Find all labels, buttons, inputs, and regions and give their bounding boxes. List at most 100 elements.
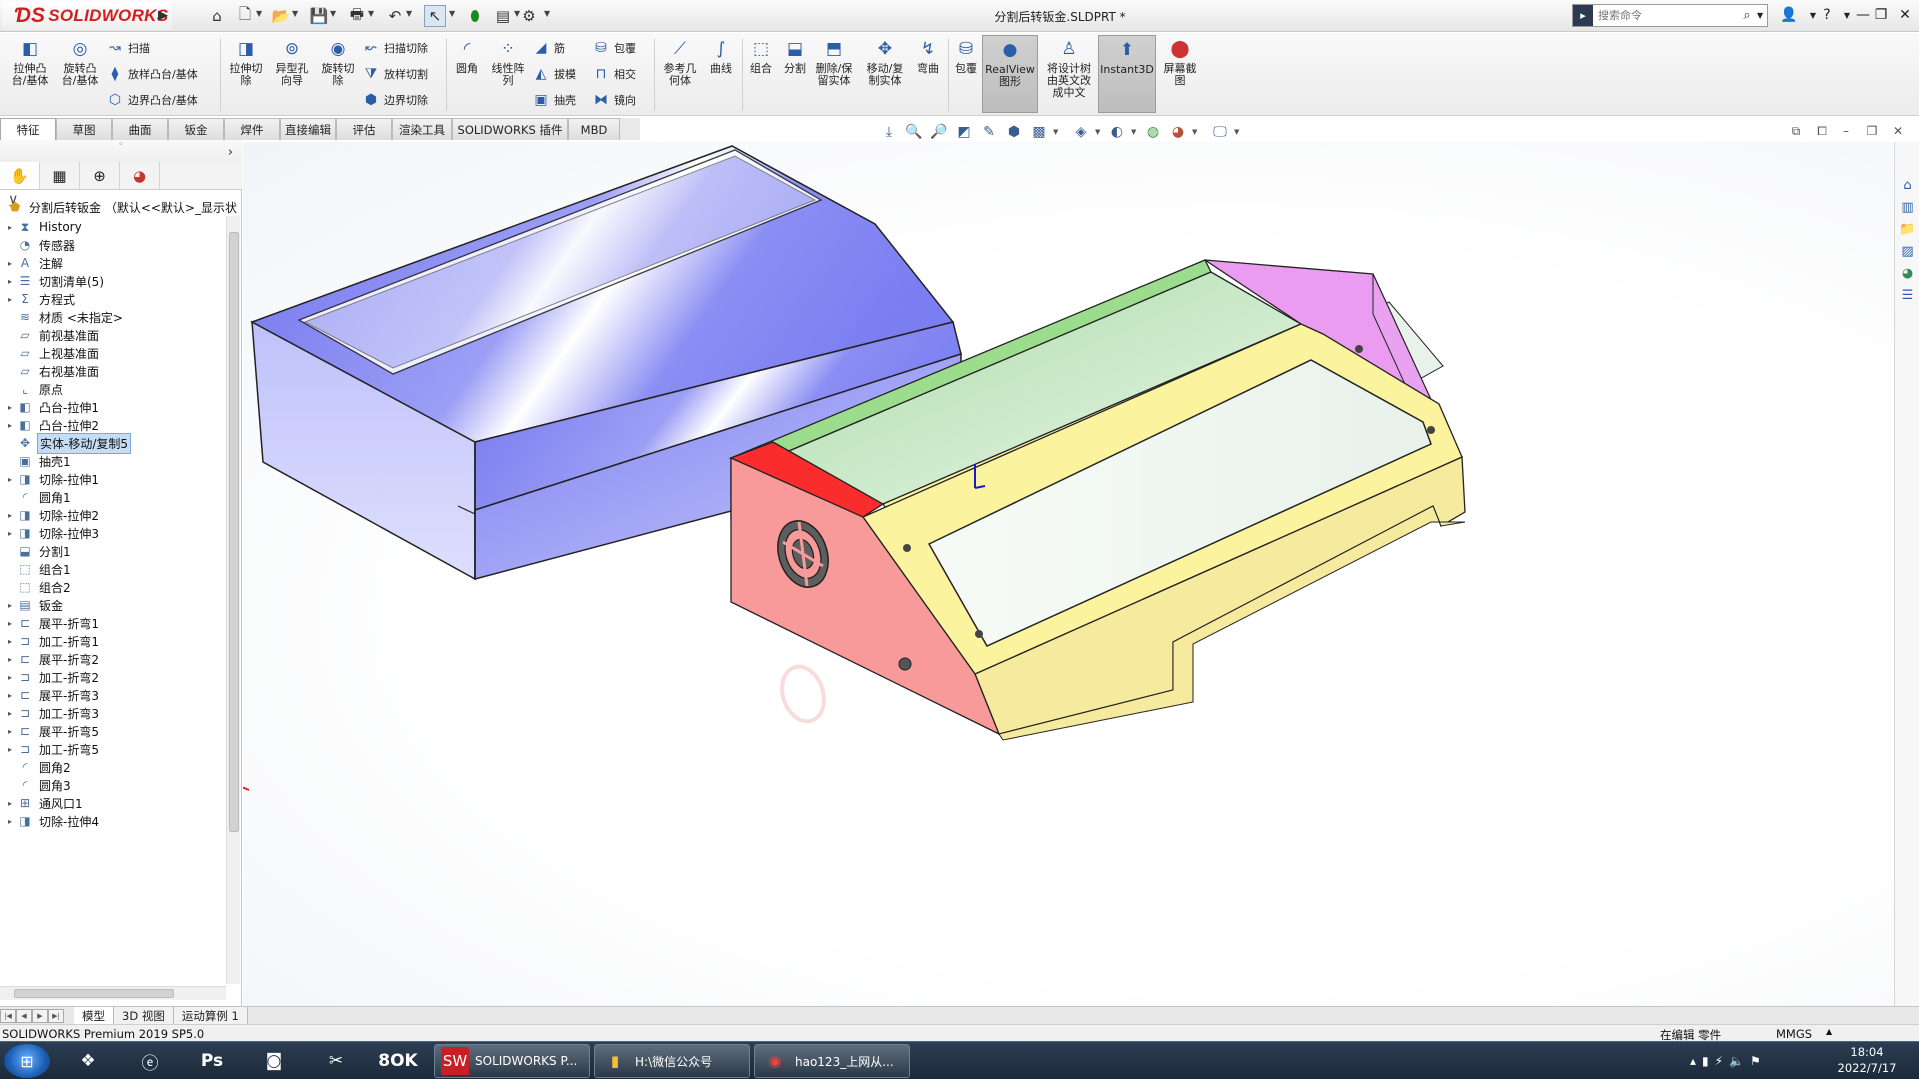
extrude-boss-button[interactable]: ◧ 拉伸凸 台/基体 [8,37,52,87]
expand-icon[interactable]: ▸ [4,673,16,682]
zoom-to-fit-icon[interactable]: ⤓ [878,122,900,142]
monitor-dropdown-icon[interactable]: ▼ [1234,128,1242,136]
options-icon[interactable]: ⚙ [518,5,540,27]
save-dropdown-icon[interactable]: ▼ [330,9,336,18]
expand-icon[interactable]: ▸ [4,601,16,610]
tab-model[interactable]: 模型 [74,1007,114,1024]
hide-show-items-icon[interactable]: ◈ [1070,122,1092,142]
loft-button[interactable]: ⧫ 放样凸台/基体 [106,65,198,83]
search-input[interactable] [1593,6,1737,25]
edit-appearance-icon[interactable]: ◐ [1106,122,1128,142]
print-dropdown-icon[interactable]: ▼ [368,9,374,18]
taskbar-window-folder[interactable]: ▮ H:\微信公众号 [594,1044,750,1078]
hide-show-dropdown-icon[interactable]: ▼ [1095,128,1103,136]
search-icon[interactable]: ⌕ [1737,8,1757,23]
revolve-boss-button[interactable]: ◎ 旋转凸 台/基体 [58,37,102,87]
file-explorer-icon[interactable]: 📁 [1898,220,1917,239]
tab-sketch[interactable]: 草图 [56,118,112,140]
expand-icon[interactable]: ▸ [4,709,16,718]
view-settings-dropdown-icon[interactable]: ▼ [1192,128,1200,136]
file-props-icon[interactable]: ▤ [492,5,514,27]
restore-icon[interactable]: ❐ [1868,4,1894,26]
display-style-dropdown-icon[interactable]: ▼ [1053,128,1061,136]
rebuild-icon[interactable]: ⬮ [464,5,486,27]
tab-motion-study[interactable]: 运动算例 1 [173,1007,248,1024]
expand-icon[interactable]: ▸ [4,619,16,628]
photoshop-icon[interactable]: Ps [186,1044,238,1078]
panel-more-icon[interactable]: › [228,145,233,160]
instant3d-button[interactable]: ⬆ Instant3D [1098,35,1156,113]
tab-3d-views[interactable]: 3D 视图 [114,1007,174,1024]
fillet-button[interactable]: ◜ 圆角 [450,37,484,75]
tray-expand-icon[interactable]: ▴ [1690,1054,1696,1068]
tab-direct-editing[interactable]: 直接编辑 [280,118,336,140]
view-orientation-icon[interactable]: ⬢ [1003,122,1025,142]
expand-icon[interactable]: ▸ [4,799,16,808]
save-icon[interactable]: 💾 [308,5,330,27]
tab-render-tools[interactable]: 渲染工具 [392,118,452,140]
dynamic-annotation-icon[interactable]: ✎ [978,122,1000,142]
display-manager-tab-icon[interactable]: ◕ [120,162,160,189]
sweep-button[interactable]: ↝ 扫描 [106,39,150,57]
tray-app-icon[interactable]: ⚡ [1715,1054,1723,1068]
viewport-close-icon[interactable]: ✕ [1888,122,1908,140]
expand-icon[interactable]: ▸ [4,637,16,646]
resources-home-icon[interactable]: ⌂ [1898,176,1917,195]
tab-surfaces[interactable]: 曲面 [112,118,168,140]
taskbar-clock[interactable]: 18:04 2022/7/17 [1830,1044,1904,1078]
tree-root[interactable]: ⬟ 分割后转钣金 （默认<<默认>_显示状 [6,196,239,218]
expand-icon[interactable]: ▸ [4,277,16,286]
feature-manager-tab-icon[interactable]: ✋ [0,162,40,189]
split-button[interactable]: ⬓ 分割 [778,37,812,75]
section-view-icon[interactable]: ◩ [953,122,975,142]
expand-icon[interactable]: ▸ [4,529,16,538]
menu-expand-icon[interactable]: ▶ [158,8,168,23]
taskbar-window-solidworks[interactable]: SW SOLIDWORKS P... [434,1044,590,1078]
units-dropdown-icon[interactable]: ▲ [1826,1027,1832,1036]
curves-button[interactable]: ∫ 曲线 [704,37,738,75]
media-icon[interactable]: ◙ [248,1044,300,1078]
combine-button[interactable]: ⬚ 组合 [744,37,778,75]
tab-mbd[interactable]: MBD [568,118,620,140]
ref-geometry-button[interactable]: ⟋ 参考几 何体 [658,37,702,87]
extrude-cut-button[interactable]: ◨ 拉伸切 除 [224,37,268,87]
prev-tab-icon[interactable]: ◀ [16,1008,32,1023]
rib-button[interactable]: ◢ 筋 [532,39,565,57]
viewport-link-icon[interactable]: ⧠ [1812,122,1832,140]
display-style-icon[interactable]: ▩ [1028,122,1050,142]
undo-dropdown-icon[interactable]: ▼ [406,9,412,18]
move-copy-body-button[interactable]: ✥ 移动/复 制实体 [862,37,908,87]
tree-node[interactable]: ▸ ◨ 切除-拉伸4 [4,810,101,832]
translate-tree-button[interactable]: ♙ 将设计树 由英文改 成中文 [1042,37,1096,99]
mirror-button[interactable]: ⧓ 镜向 [592,91,636,109]
tab-weldments[interactable]: 焊件 [224,118,280,140]
expand-icon[interactable]: ▸ [4,727,16,736]
select-icon[interactable]: ↖ [424,5,446,27]
tab-addins[interactable]: SOLIDWORKS 插件 [452,118,568,140]
revolve-cut-button[interactable]: ◉ 旋转切 除 [316,37,360,87]
solidworks-logo[interactable]: ƊS SOLIDWORKS [2,2,172,30]
flex-button[interactable]: ↯ 弯曲 [912,37,944,75]
wrap2-button[interactable]: ⛁ 包覆 [950,37,982,75]
tree-hscroll-thumb[interactable] [14,989,174,998]
graphics-area[interactable] [243,142,1893,1006]
open-icon[interactable]: 📂 [270,5,292,27]
new-icon[interactable]: 🗋 [234,5,256,27]
ok-icon[interactable]: 8OK [372,1044,424,1078]
expand-icon[interactable]: ▸ [4,259,16,268]
expand-icon[interactable]: ▸ [4,475,16,484]
shell-button[interactable]: ▣ 抽壳 [532,91,576,109]
browser-icon[interactable]: ⓔ [124,1044,176,1078]
configuration-manager-tab-icon[interactable]: ⊕ [80,162,120,189]
view-palette-icon[interactable]: ▨ [1898,242,1917,261]
qq-icon[interactable]: ❖ [62,1044,114,1078]
expand-icon[interactable]: ▸ [4,745,16,754]
expand-icon[interactable]: ▸ [4,511,16,520]
property-manager-tab-icon[interactable]: ▦ [40,162,80,189]
new-dropdown-icon[interactable]: ▼ [256,9,262,18]
expand-icon[interactable]: ▸ [4,421,16,430]
tool-icon[interactable]: ✂ [310,1044,362,1078]
expand-icon[interactable]: ▸ [4,295,16,304]
search-dropdown-icon[interactable]: ▼ [1757,11,1767,20]
tree-horizontal-scrollbar[interactable] [0,986,226,1000]
